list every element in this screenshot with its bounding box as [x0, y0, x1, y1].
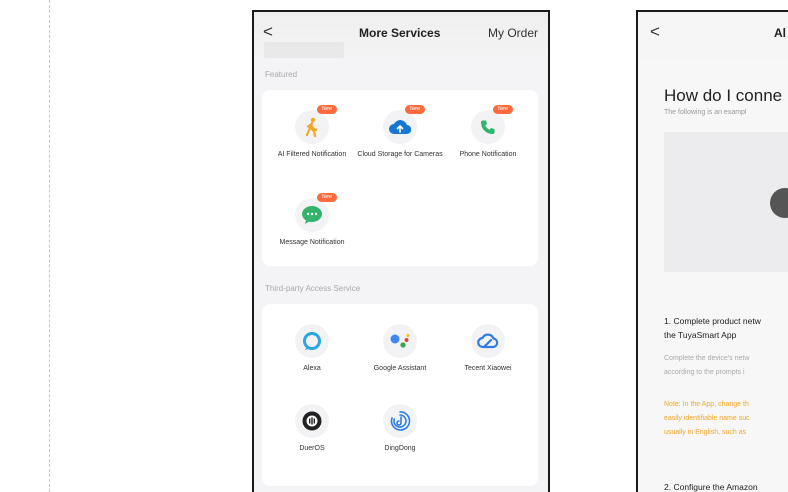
service-ai-filtered-notification[interactable]: New AI Filtered Notification: [268, 105, 356, 159]
guide-subtitle: The following is an exampl: [664, 109, 747, 116]
service-label: Alexa: [303, 365, 321, 372]
back-button[interactable]: <: [650, 23, 660, 40]
step-1-title-line-1: 1. Complete product netw: [664, 316, 761, 326]
service-dueros[interactable]: DuerOS: [268, 404, 356, 453]
more-services-screen: < More Services My Order Featured New AI…: [252, 10, 550, 492]
service-label: DingDong: [384, 445, 416, 452]
google-assistant-icon: [383, 324, 417, 358]
service-label: AI Filtered Notification: [277, 151, 347, 158]
dueros-icon: [295, 404, 329, 438]
my-order-link[interactable]: My Order: [488, 26, 538, 40]
service-alexa[interactable]: Alexa: [268, 324, 356, 373]
service-cloud-storage[interactable]: New Cloud Storage for Cameras: [356, 105, 444, 159]
alexa-guide-screen: < Al How do I conne The following is an …: [636, 10, 788, 492]
note-line-2: easily identifiable name suc: [664, 415, 750, 422]
phone-icon: New: [471, 105, 513, 144]
header-bar: < More Services My Order: [254, 12, 548, 60]
note-line-1: Note: In the App, change th: [664, 401, 749, 408]
step-1-title-line-2: the TuyaSmart App: [664, 330, 737, 340]
cloud-upload-icon: New: [383, 105, 425, 144]
page: < More Services My Order Featured New AI…: [0, 0, 788, 492]
note-line-3: usually in English, such as: [664, 429, 747, 436]
chat-bubble-icon: New: [295, 193, 337, 232]
service-label: Phone Notification: [459, 151, 517, 158]
new-badge: New: [405, 105, 425, 114]
service-label: Google Assistant: [373, 365, 427, 372]
step-2-title: 2. Configure the Amazon: [664, 482, 758, 492]
new-badge: New: [317, 193, 337, 202]
page-title: More Services: [359, 26, 441, 40]
service-tecent-xiaowei[interactable]: Tecent Xiaowei: [444, 324, 532, 373]
service-label: Cloud Storage for Cameras: [357, 151, 443, 158]
featured-card: New AI Filtered Notification New Cloud S…: [262, 90, 538, 266]
alexa-icon: [295, 324, 329, 358]
guide-body: How do I conne The following is an examp…: [638, 60, 788, 492]
section-label-featured: Featured: [265, 70, 298, 79]
step-1-desc-line-2: according to the prompts i: [664, 369, 745, 376]
service-phone-notification[interactable]: New Phone Notification: [444, 105, 532, 159]
dingdong-icon: [383, 404, 417, 438]
tencent-xiaowei-icon: [471, 324, 505, 358]
walking-person-icon: New: [295, 105, 337, 144]
service-label: Tecent Xiaowei: [464, 365, 512, 372]
new-badge: New: [317, 105, 337, 114]
new-badge: New: [493, 105, 513, 114]
page-title: Al: [774, 26, 786, 40]
service-message-notification[interactable]: New Message Notification: [268, 193, 356, 247]
dashed-guide-line: [49, 0, 50, 492]
service-label: DuerOS: [299, 445, 325, 452]
header-bar: < Al: [638, 12, 788, 60]
service-dingdong[interactable]: DingDong: [356, 404, 444, 453]
service-google-assistant[interactable]: Google Assistant: [356, 324, 444, 373]
service-label: Message Notification: [279, 239, 345, 246]
back-button[interactable]: <: [263, 23, 273, 40]
third-party-card: Alexa Google Assistant Tecent Xiaowei Du…: [262, 304, 538, 486]
section-label-third-party: Third-party Access Service: [265, 284, 361, 293]
step-1-desc-line-1: Complete the device's netw: [664, 355, 750, 362]
guide-heading: How do I conne: [664, 86, 783, 105]
